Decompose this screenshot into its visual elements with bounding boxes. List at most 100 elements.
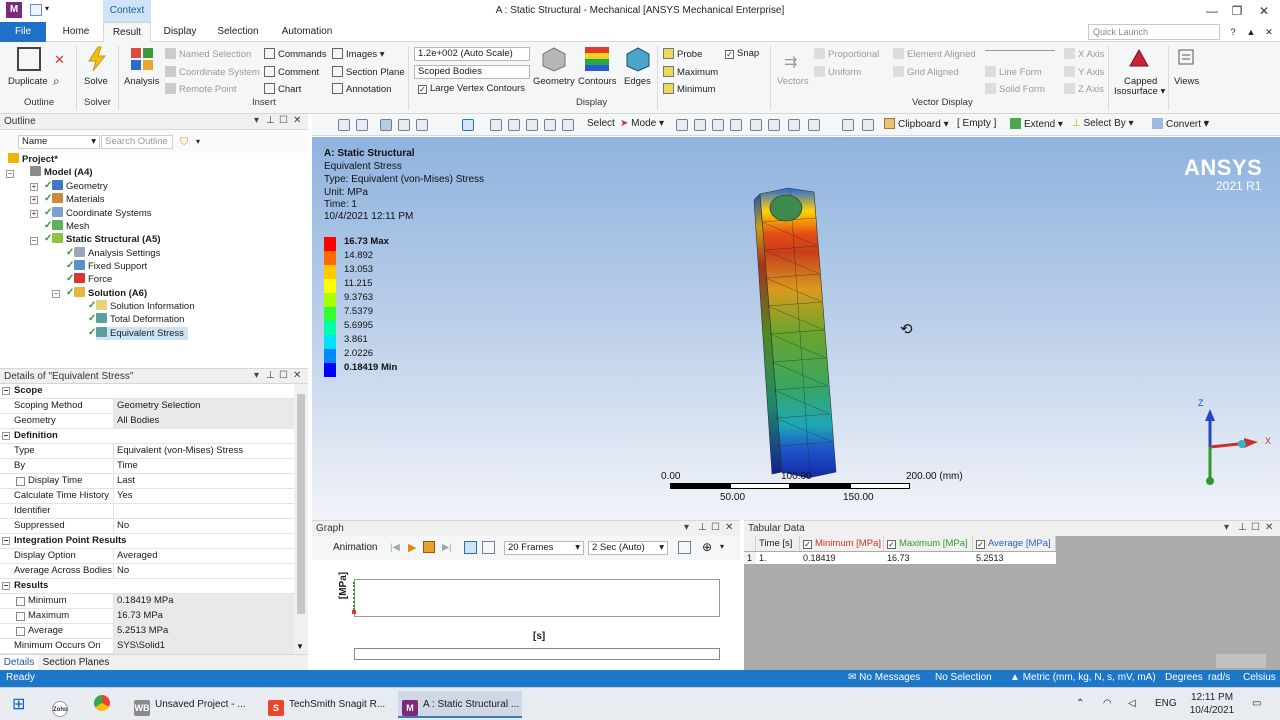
zoom-icon[interactable] [508,119,520,131]
windows-start-icon[interactable]: ⊞ [12,691,25,718]
scrollbar-thumb[interactable] [297,394,305,614]
tree-node-analysis-settings[interactable]: Analysis Settings [74,247,160,260]
panel-menu-icon[interactable]: ▾ [684,522,689,533]
result-sets-icon[interactable] [482,541,495,554]
extend-dropdown[interactable]: Extend ▾ [1010,118,1063,130]
section-integration-point-results[interactable]: − Integration Point Results [0,534,294,549]
tab-automation[interactable]: Automation [274,22,340,42]
tree-node-solution[interactable]: Solution (A6) [74,287,147,300]
tree-node-mesh[interactable]: Mesh [52,220,89,233]
column-header-average[interactable]: ✓ Average [MPa] [973,536,1056,551]
iso-view-icon[interactable] [380,119,392,131]
scroll-down-icon[interactable]: ▼ [296,642,304,651]
line-form-button[interactable]: Line Form [985,66,1042,78]
collapse-section-icon[interactable]: − [2,387,10,395]
unit-system-indicator[interactable]: ▲ Metric (mm, kg, N, s, mV, mA) [1010,672,1156,683]
tree-node-force[interactable]: Force [74,273,112,286]
zoho-taskbar-icon[interactable]: Zoho [52,691,73,718]
axis-triad[interactable] [1184,399,1274,489]
expand-coordinate-systems-icon[interactable]: + [30,210,38,218]
expand-materials-icon[interactable]: + [30,196,38,204]
zoom-dropdown-icon[interactable]: ▾ [720,542,724,551]
toolbar-overflow-icon[interactable]: ▾ [1204,118,1209,129]
filter-dropdown-icon[interactable]: ▾ [196,137,200,146]
panel-menu-icon[interactable]: ▾ [254,370,259,381]
graph-plot-area[interactable] [354,579,720,617]
rotational-velocity-units[interactable]: rad/s [1208,672,1230,683]
section-definition[interactable]: − Definition [0,429,294,444]
restore-button[interactable]: ❐ [1227,3,1247,19]
annotation-button[interactable]: Annotation [332,83,391,95]
scoped-bodies-dropdown[interactable]: Scoped Bodies [414,65,530,79]
filter-icon[interactable]: ⛉ [180,136,188,149]
contours-button[interactable]: Contours [578,76,617,87]
select-all-icon[interactable] [788,119,800,131]
magnifier-icon[interactable] [562,119,574,131]
solve-button[interactable]: Solve [84,76,108,87]
maximize-panel-icon[interactable]: ☐ [711,522,720,533]
messages-indicator[interactable]: ✉ No Messages [848,672,920,683]
tree-node-fixed-support[interactable]: Fixed Support [74,260,147,273]
tab-section-planes[interactable]: Section Planes [40,655,112,671]
tab-home[interactable]: Home [54,22,98,42]
tray-overflow-icon[interactable]: ⌃ [1076,698,1084,709]
select-element-face-icon[interactable] [862,119,874,131]
angle-units[interactable]: Degrees [1165,672,1203,683]
select-mesh-icon[interactable] [808,119,820,131]
zoom-graph-icon[interactable]: ⊕ [702,540,712,554]
tab-display[interactable]: Display [156,22,204,42]
select-element-icon[interactable] [768,119,780,131]
chart-button[interactable]: Chart [264,83,301,95]
comment-button[interactable]: Comment [264,66,319,78]
collapse-section-icon[interactable]: − [2,582,10,590]
play-icon[interactable]: ▶ [408,541,416,554]
volume-icon[interactable]: ◁ [1128,698,1136,709]
select-edge-icon[interactable] [694,119,706,131]
select-node-icon[interactable] [750,119,762,131]
find-icon[interactable]: ⌕ [53,74,60,89]
uniform-button[interactable]: Uniform [814,66,861,78]
detail-row[interactable]: By Time [0,459,294,474]
taskbar-item-mechanical[interactable]: MA : Static Structural ... [398,691,522,718]
close-panel-icon[interactable]: ✕ [725,522,733,533]
clock[interactable]: 12:11 PM 10/4/2021 [1188,692,1236,716]
table-cell[interactable]: 5.2513 [973,552,1056,564]
zoom-in-icon[interactable] [338,119,350,131]
analysis-button[interactable]: Analysis [124,76,159,87]
stress-contour-model[interactable] [752,182,852,482]
detail-row[interactable]: Calculate Time History Yes [0,489,294,504]
maximum-button[interactable]: Maximum [663,66,718,78]
minimum-button[interactable]: Minimum [663,83,716,95]
select-vertex-icon[interactable] [676,119,688,131]
detail-row[interactable]: Identifier [0,504,294,519]
duration-dropdown[interactable]: 2 Sec (Auto) ▾ [588,541,668,555]
tree-node-total-deformation[interactable]: Total Deformation [96,313,184,326]
graphics-viewport[interactable]: A: Static Structural Equivalent Stress T… [312,137,1280,520]
taskbar-item-snagit[interactable]: S TechSmith Snagit R... [264,691,388,718]
tree-node-materials[interactable]: Materials [52,193,105,206]
select-face-icon[interactable] [712,119,724,131]
stop-icon[interactable] [423,541,435,553]
select-body-icon[interactable] [730,119,742,131]
tab-selection[interactable]: Selection [210,22,266,42]
language-indicator[interactable]: ENG [1155,698,1177,709]
rotate-icon[interactable] [462,119,474,131]
maximize-panel-icon[interactable]: ☐ [279,370,288,381]
graph-time-slider[interactable] [354,648,720,660]
distributed-frames-icon[interactable] [464,541,477,554]
z-axis-button[interactable]: Z Axis [1064,83,1104,95]
next-frame-icon[interactable]: ▶| [442,542,452,553]
images-button[interactable]: Images ▾ [332,48,385,60]
pin-icon[interactable]: ⊥ [266,370,275,381]
table-cell[interactable]: 1. [756,552,800,564]
close-window-button[interactable]: ✕ [1254,3,1274,19]
section-plane-button[interactable]: Section Plane [332,66,405,78]
zoom-out-icon[interactable] [356,119,368,131]
detail-row[interactable]: Average 5.2513 MPa [0,624,294,639]
close-panel-icon[interactable]: ✕ [293,115,301,126]
box-zoom-icon[interactable] [526,119,538,131]
column-header-time[interactable]: Time [s] [756,536,800,551]
previous-frame-icon[interactable]: |◀ [390,542,400,553]
minimize-button[interactable]: — [1202,3,1222,19]
tab-result[interactable]: Result [103,22,151,42]
